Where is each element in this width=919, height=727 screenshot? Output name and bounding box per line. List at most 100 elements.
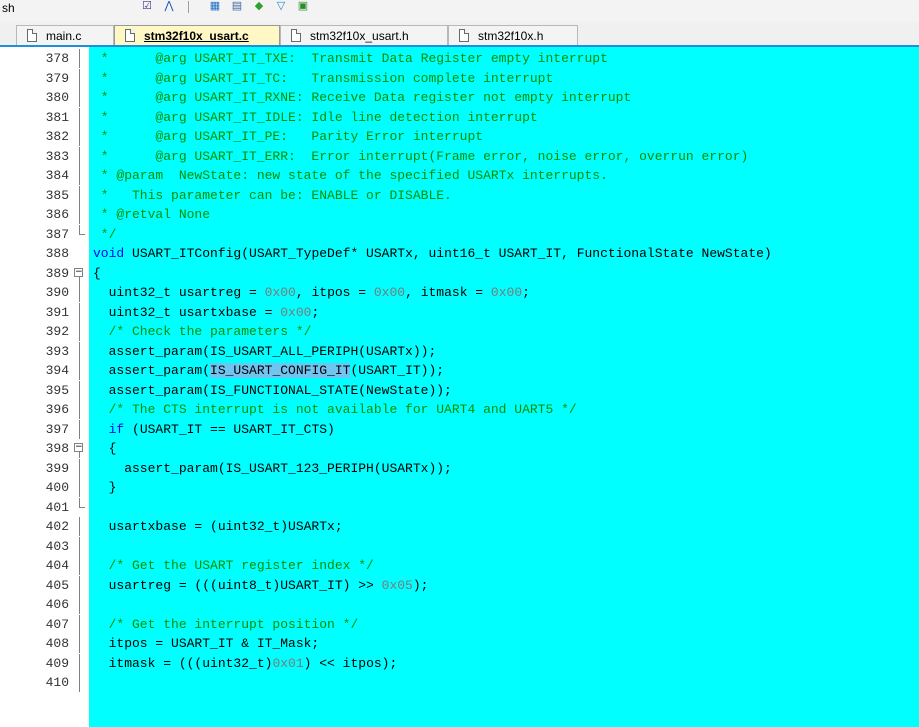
fold-guide bbox=[74, 536, 86, 556]
code-line: 398− { bbox=[0, 439, 919, 458]
code-token: ; bbox=[311, 304, 320, 320]
code-editor[interactable]: 378 * @arg USART_IT_TXE: Transmit Data R… bbox=[0, 47, 919, 727]
code-text: * @retval None bbox=[93, 205, 210, 224]
diamond-icon[interactable]: ◆ bbox=[252, 0, 266, 13]
code-token: uint32_t usartreg = bbox=[93, 285, 265, 300]
file-tab-bar: main.c stm32f10x_usart.c stm32f10x_usart… bbox=[0, 22, 919, 47]
fold-toggle-icon[interactable]: − bbox=[74, 264, 86, 283]
window-icon[interactable]: ▦ bbox=[208, 0, 222, 13]
code-token: itpos = USART_IT & IT_Mask; bbox=[93, 636, 320, 651]
tab-stm32f10x-usart-h[interactable]: stm32f10x_usart.h bbox=[280, 25, 448, 45]
line-number: 386 bbox=[45, 207, 69, 222]
fold-guide bbox=[74, 88, 86, 107]
fold-guide bbox=[74, 400, 86, 419]
code-token: /* Check the parameters */ bbox=[93, 324, 312, 339]
code-text: * This parameter can be: ENABLE or DISAB… bbox=[93, 186, 452, 205]
highlighted-token: IS_USART_CONFIG_IT bbox=[210, 363, 351, 378]
code-line: 396 /* The CTS interrupt is not availabl… bbox=[0, 400, 919, 419]
code-line: 408 itpos = USART_IT & IT_Mask; bbox=[0, 634, 919, 653]
toolbar-separator bbox=[188, 1, 189, 13]
tab-stm32f10x-usart-c[interactable]: stm32f10x_usart.c bbox=[114, 25, 280, 45]
line-number: 400 bbox=[45, 480, 69, 495]
code-text: } bbox=[93, 478, 117, 497]
code-line: 386 * @retval None bbox=[0, 205, 919, 224]
branch-icon[interactable]: ⋀ bbox=[162, 0, 176, 13]
code-token: * @retval None bbox=[93, 207, 211, 222]
code-token: 0x00 bbox=[373, 285, 406, 300]
fold-guide bbox=[74, 244, 86, 263]
code-line: 379 * @arg USART_IT_TC: Transmission com… bbox=[0, 68, 919, 88]
fold-guide bbox=[74, 361, 86, 380]
code-line: 392 /* Check the parameters */ bbox=[0, 322, 919, 341]
tab-main-c[interactable]: main.c bbox=[16, 25, 114, 45]
code-token: ) << itpos); bbox=[303, 655, 398, 671]
line-number: 391 bbox=[45, 304, 69, 320]
code-text: assert_param(IS_USART_CONFIG_IT(USART_IT… bbox=[93, 361, 444, 380]
code-token: usartxbase = (uint32_t)USARTx; bbox=[93, 519, 343, 534]
line-number: 397 bbox=[45, 421, 69, 437]
fold-guide bbox=[74, 478, 86, 497]
line-number: 396 bbox=[45, 402, 69, 417]
toolbar-label: sh bbox=[2, 1, 15, 15]
code-line: 394 assert_param(IS_USART_CONFIG_IT(USAR… bbox=[0, 361, 919, 380]
line-number: 381 bbox=[45, 109, 69, 125]
code-line: 381 * @arg USART_IT_IDLE: Idle line dete… bbox=[0, 107, 919, 127]
code-text: assert_param(IS_USART_123_PERIPH(USARTx)… bbox=[93, 459, 452, 478]
code-text: itmask = (((uint32_t)0x01) << itpos); bbox=[93, 654, 398, 673]
code-text: /* The CTS interrupt is not available fo… bbox=[93, 400, 577, 419]
code-token: * @arg USART_IT_PE: Parity Error interru… bbox=[93, 129, 484, 144]
code-text: * @arg USART_IT_TXE: Transmit Data Regis… bbox=[93, 49, 608, 68]
code-token: } bbox=[93, 480, 117, 495]
image-icon[interactable]: ▣ bbox=[296, 0, 310, 13]
code-token: 0x00 bbox=[490, 285, 523, 300]
line-number: 385 bbox=[45, 187, 69, 203]
line-number: 409 bbox=[45, 655, 69, 671]
code-text: { bbox=[93, 439, 117, 458]
line-number: 402 bbox=[45, 519, 69, 534]
fold-guide bbox=[74, 224, 86, 244]
layers-icon[interactable]: ▤ bbox=[230, 0, 244, 13]
code-line: 389−{ bbox=[0, 264, 919, 283]
fold-guide bbox=[74, 205, 86, 224]
line-number: 407 bbox=[45, 616, 69, 632]
code-token: if bbox=[108, 421, 125, 437]
fold-toggle-icon[interactable]: − bbox=[74, 439, 86, 458]
code-text: * @arg USART_IT_ERR: Error interrupt(Fra… bbox=[93, 147, 749, 166]
fold-guide bbox=[74, 575, 86, 595]
fold-guide bbox=[74, 458, 86, 478]
code-token: assert_param(IS_USART_ALL_PERIPH(USARTx)… bbox=[93, 343, 437, 359]
code-token: * @arg USART_IT_TXE: Transmit Data Regis… bbox=[93, 51, 608, 66]
code-line: 393 assert_param(IS_USART_ALL_PERIPH(USA… bbox=[0, 341, 919, 361]
fold-guide bbox=[74, 380, 86, 400]
code-line: 402 usartxbase = (uint32_t)USARTx; bbox=[0, 517, 919, 536]
code-text: */ bbox=[93, 225, 117, 244]
code-line: 410 bbox=[0, 673, 919, 692]
checkbox-icon[interactable]: ☑ bbox=[140, 0, 154, 13]
line-number: 378 bbox=[45, 51, 69, 66]
line-number: 398 bbox=[45, 441, 69, 456]
code-token: * @arg USART_IT_ERR: Error interrupt(Fra… bbox=[93, 148, 749, 164]
line-number: 393 bbox=[45, 343, 69, 359]
code-token: /* The CTS interrupt is not available fo… bbox=[93, 402, 577, 417]
line-number: 392 bbox=[45, 324, 69, 339]
code-line: 404 /* Get the USART register index */ bbox=[0, 556, 919, 575]
code-text: * @arg USART_IT_IDLE: Idle line detectio… bbox=[93, 108, 538, 127]
fold-guide bbox=[74, 302, 86, 322]
code-token: { bbox=[93, 265, 101, 281]
code-token: ); bbox=[412, 577, 429, 593]
fold-guide bbox=[74, 68, 86, 88]
fold-guide bbox=[74, 517, 86, 536]
code-text: /* Get the USART register index */ bbox=[93, 556, 374, 575]
code-token: void bbox=[93, 246, 125, 261]
line-number: 406 bbox=[45, 597, 69, 612]
line-number: 388 bbox=[45, 246, 69, 261]
code-token: itmask = (((uint32_t) bbox=[93, 655, 273, 671]
filter-icon[interactable]: ▽ bbox=[274, 0, 288, 13]
file-icon bbox=[459, 29, 469, 42]
code-line: 388 void USART_ITConfig(USART_TypeDef* US… bbox=[0, 244, 919, 263]
fold-guide bbox=[74, 185, 86, 205]
line-number: 408 bbox=[45, 636, 69, 651]
tab-stm32f10x-h[interactable]: stm32f10x.h bbox=[448, 25, 578, 45]
fold-guide bbox=[74, 614, 86, 634]
code-line: 403 bbox=[0, 536, 919, 556]
